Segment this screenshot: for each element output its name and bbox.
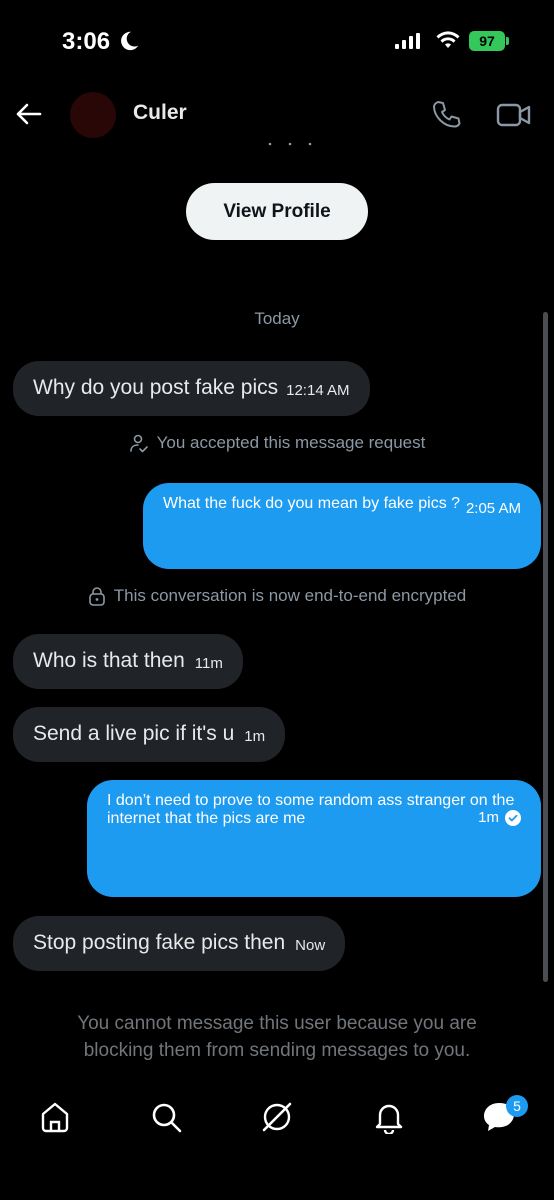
home-icon[interactable] xyxy=(38,1100,72,1134)
incoming-message[interactable]: Who is that then 11m xyxy=(13,634,243,689)
message-text: Stop posting fake pics then xyxy=(33,931,286,954)
do-not-disturb-moon-icon xyxy=(121,31,139,51)
messages-badge: 5 xyxy=(506,1095,528,1117)
blocked-notice: You cannot message this user because you… xyxy=(77,1013,477,1061)
video-call-icon[interactable] xyxy=(496,100,532,130)
outgoing-message[interactable]: What the fuck do you mean by fake pics ?… xyxy=(143,483,541,569)
message-text: Why do you post fake pics xyxy=(33,376,279,399)
message-time: 2:05 AM xyxy=(465,500,521,517)
incoming-message[interactable]: Send a live pic if it's u 1m xyxy=(13,707,286,762)
message-text: Who is that then xyxy=(33,649,185,672)
battery-cap xyxy=(506,37,509,45)
person-check-icon xyxy=(129,434,148,453)
scrollbar[interactable] xyxy=(543,312,548,982)
phone-call-icon[interactable] xyxy=(430,99,462,131)
message-text: Send a live pic if it's u xyxy=(33,722,235,745)
message-time: 11m xyxy=(194,655,223,672)
battery-level: 97 xyxy=(479,33,495,49)
profile-meta-dots xyxy=(268,142,312,146)
system-message: This conversation is now end-to-end encr… xyxy=(0,586,554,606)
message-time: Now xyxy=(295,937,326,954)
notifications-bell-icon[interactable] xyxy=(372,1100,406,1134)
cellular-signal-icon xyxy=(395,33,420,49)
avatar[interactable] xyxy=(70,92,116,138)
message-time: 12:14 AM xyxy=(286,382,350,399)
system-message-text: This conversation is now end-to-end encr… xyxy=(113,586,467,605)
incoming-message[interactable]: Why do you post fake pics 12:14 AM xyxy=(13,361,370,416)
wifi-icon xyxy=(436,31,460,48)
day-separator: Today xyxy=(254,309,300,328)
system-message: You accepted this message request xyxy=(0,433,554,453)
read-check-icon xyxy=(505,810,521,826)
grok-icon[interactable] xyxy=(260,1100,294,1134)
incoming-message[interactable]: Stop posting fake pics then Now xyxy=(13,916,346,971)
lock-icon xyxy=(88,587,105,606)
view-profile-button[interactable]: View Profile xyxy=(186,183,368,240)
battery-indicator: 97 xyxy=(469,31,505,51)
message-time: 1m xyxy=(244,728,266,745)
status-time: 3:06 xyxy=(62,28,111,55)
outgoing-message[interactable]: I don’t need to prove to some random ass… xyxy=(87,780,541,897)
search-icon[interactable] xyxy=(149,1100,183,1134)
contact-name[interactable]: Culer xyxy=(133,101,187,125)
message-time: 1m xyxy=(478,809,499,826)
back-arrow-icon[interactable] xyxy=(14,100,42,128)
system-message-text: You accepted this message request xyxy=(156,433,426,452)
